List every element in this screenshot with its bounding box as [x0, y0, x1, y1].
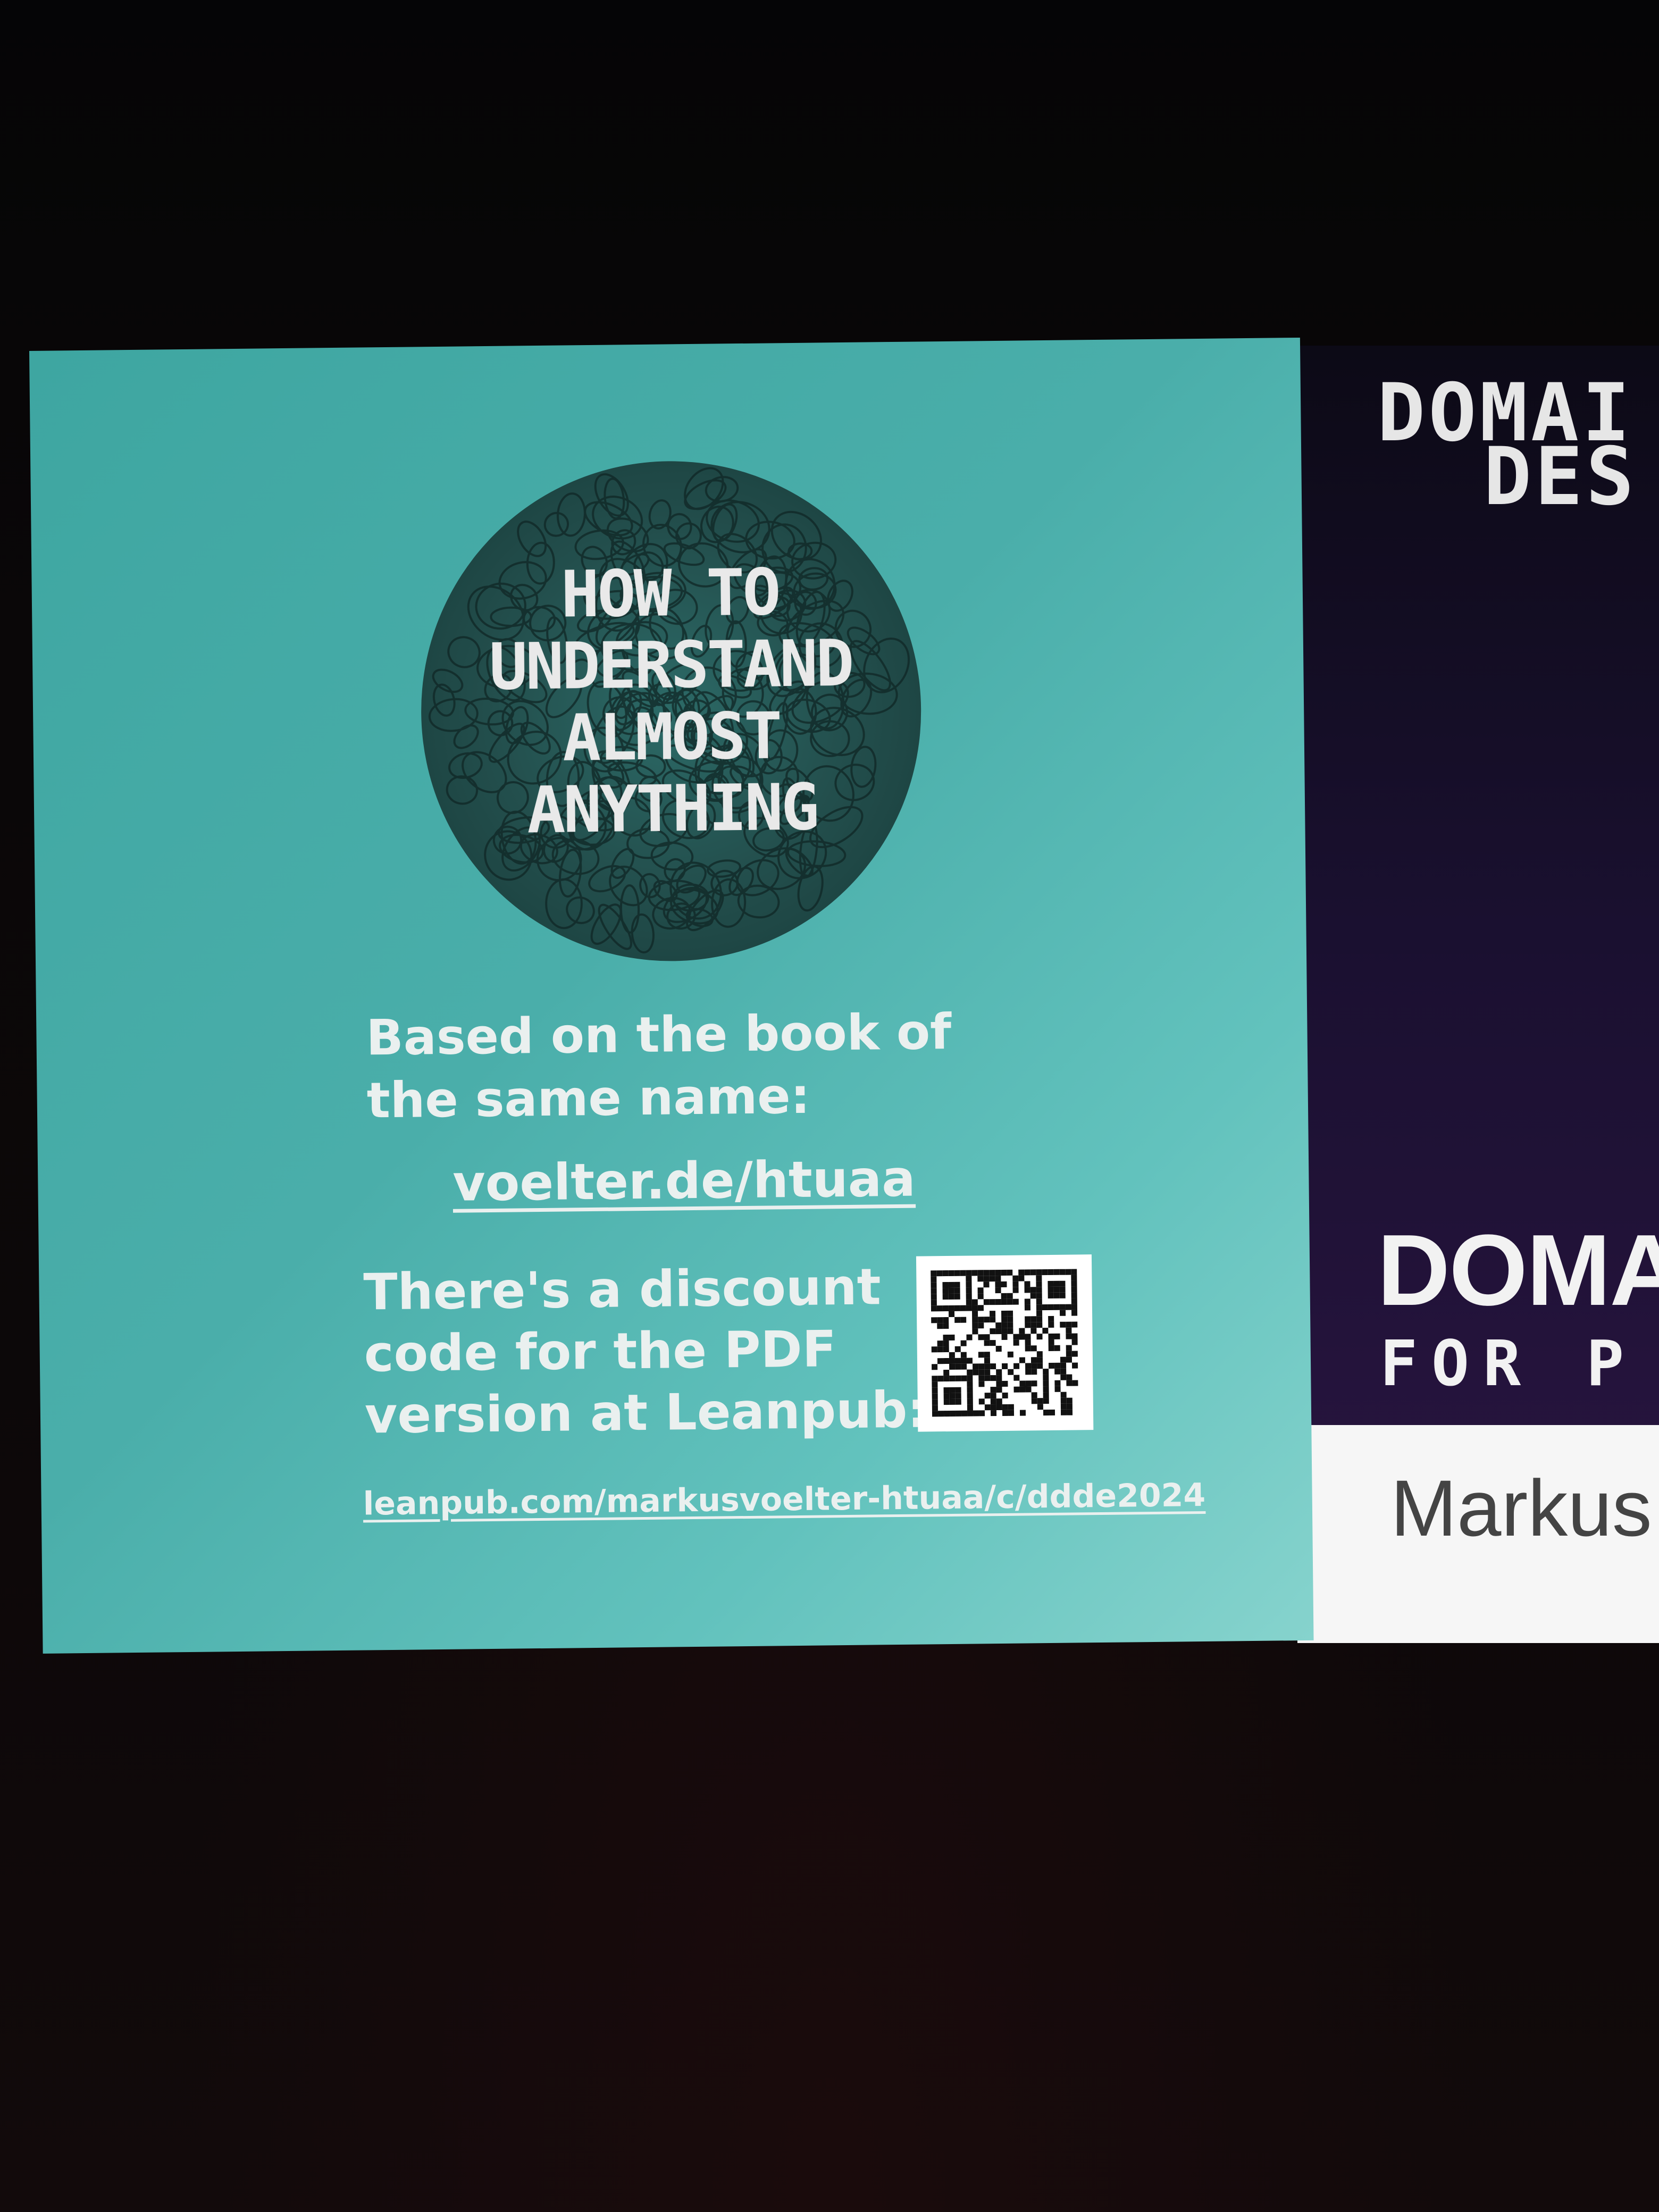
left-slide: HOW TO UNDERSTAND ALMOST ANYTHING Based … [29, 337, 1314, 1654]
right-slide-bottom-subtitle: FOR P [1380, 1327, 1638, 1400]
book-intro-text: Based on the book of the same name: [366, 1000, 1005, 1133]
book-scribble-logo: HOW TO UNDERSTAND ALMOST ANYTHING [403, 442, 940, 979]
book-link[interactable]: voelter.de/htuaa [453, 1150, 916, 1213]
right-slide-bottom-title: DOMA [1377, 1214, 1659, 1327]
speaker-name-bar: Markus [1297, 1425, 1659, 1643]
qr-code[interactable] [916, 1254, 1094, 1432]
book-intro-line-2: the same name: [366, 1067, 810, 1129]
discount-line-1: There's a discount [363, 1258, 882, 1322]
discount-line-3: version at Leanpub: [364, 1381, 928, 1445]
logo-word-3: ALMOST [562, 699, 781, 776]
discount-line-2: code for the PDF [364, 1320, 837, 1384]
leanpub-discount-link[interactable]: leanpub.com/markusvoelter-htuaa/c/ddde20… [363, 1477, 1205, 1523]
book-intro-line-1: Based on the book of [366, 1003, 952, 1067]
logo-word-2: UNDERSTAND [489, 626, 853, 705]
right-slide: DOMAI DES DOMA FOR P Markus [1297, 346, 1659, 1643]
logo-word-1: HOW TO [560, 556, 780, 632]
qr-code-icon [931, 1269, 1078, 1417]
discount-text: There's a discount code for the PDF vers… [363, 1256, 950, 1447]
logo-word-4: ANYTHING [526, 770, 818, 848]
speaker-name: Markus [1390, 1463, 1652, 1553]
right-slide-top-title-line-2: DES [1484, 431, 1637, 523]
